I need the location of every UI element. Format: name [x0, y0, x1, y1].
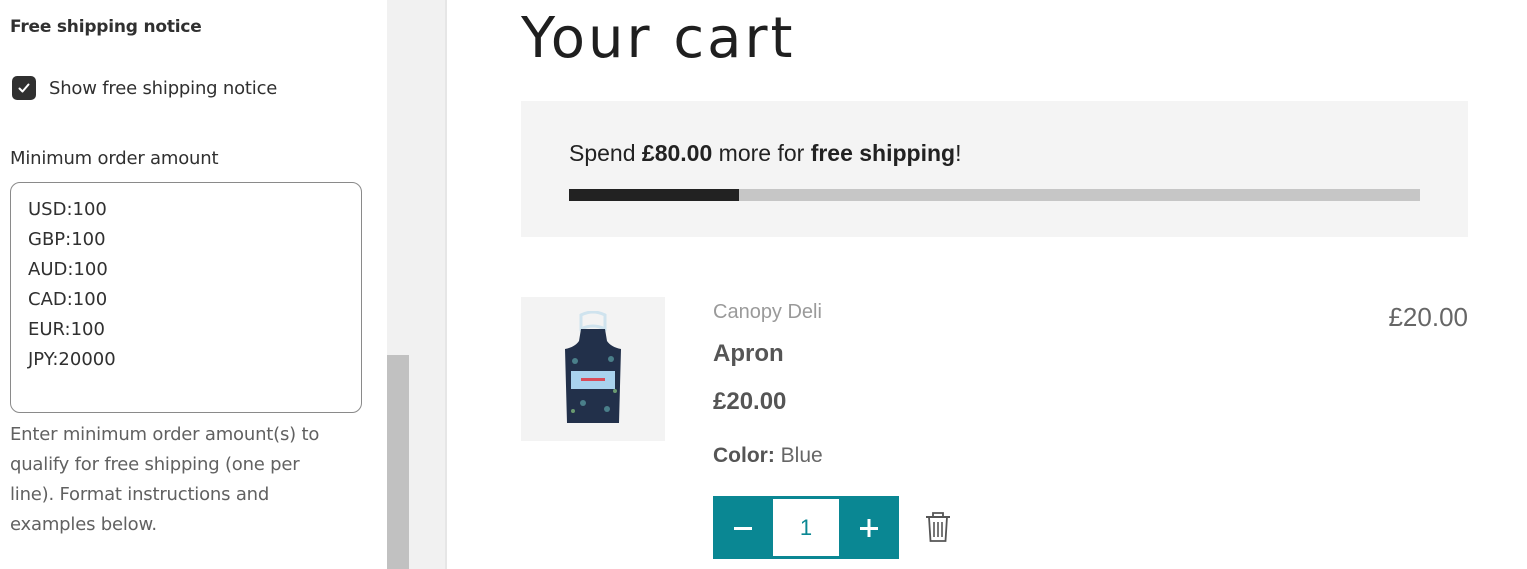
shipping-emphasis: free shipping [810, 140, 956, 166]
unit-price: £20.00 [713, 388, 787, 415]
quantity-input[interactable] [773, 499, 839, 556]
shipping-progress-fill [569, 189, 740, 201]
scrollbar-thumb[interactable] [387, 355, 409, 569]
settings-panel: Free shipping notice Show free shipping … [0, 0, 387, 569]
show-free-shipping-checkbox-row[interactable]: Show free shipping notice [12, 76, 277, 100]
free-shipping-message: Spend £80.00 more for free shipping! [569, 140, 961, 167]
show-free-shipping-checkbox[interactable] [12, 76, 36, 100]
shipping-suffix: ! [955, 140, 962, 166]
quantity-increment-button[interactable] [839, 496, 899, 559]
variant-option: Color: Blue [713, 444, 823, 468]
free-shipping-notice: Spend £80.00 more for free shipping! [521, 101, 1468, 237]
variant-key: Color: [713, 444, 775, 467]
shipping-amount: £80.00 [641, 140, 713, 166]
apron-image[interactable] [521, 297, 665, 441]
shipping-progress-track [569, 189, 1420, 201]
shipping-middle: more for [712, 140, 811, 166]
section-title: Free shipping notice [10, 17, 202, 37]
product-name[interactable]: Apron [713, 340, 784, 368]
checkbox-label: Show free shipping notice [49, 77, 278, 99]
product-vendor: Canopy Deli [713, 301, 822, 323]
quantity-stepper [713, 496, 899, 559]
plus-icon [860, 518, 878, 537]
variant-value: Blue [780, 444, 823, 467]
apron-icon [565, 311, 621, 423]
cart-preview: Your cart Spend £80.00 more for free shi… [449, 0, 1527, 569]
minus-icon [734, 526, 752, 530]
remove-item-button[interactable] [924, 511, 952, 543]
trash-icon [926, 512, 950, 542]
quantity-decrement-button[interactable] [713, 496, 773, 559]
line-price: £20.00 [1388, 302, 1468, 332]
minimum-order-amount-label: Minimum order amount [10, 148, 219, 169]
help-text: Enter minimum order amount(s) to qualify… [10, 424, 320, 535]
minimum-order-amount-textarea[interactable]: USD:100 GBP:100 AUD:100 CAD:100 EUR:100 … [10, 182, 362, 413]
cart-title: Your cart [521, 6, 796, 71]
shipping-prefix: Spend [569, 140, 642, 166]
checkmark-icon [18, 83, 30, 93]
